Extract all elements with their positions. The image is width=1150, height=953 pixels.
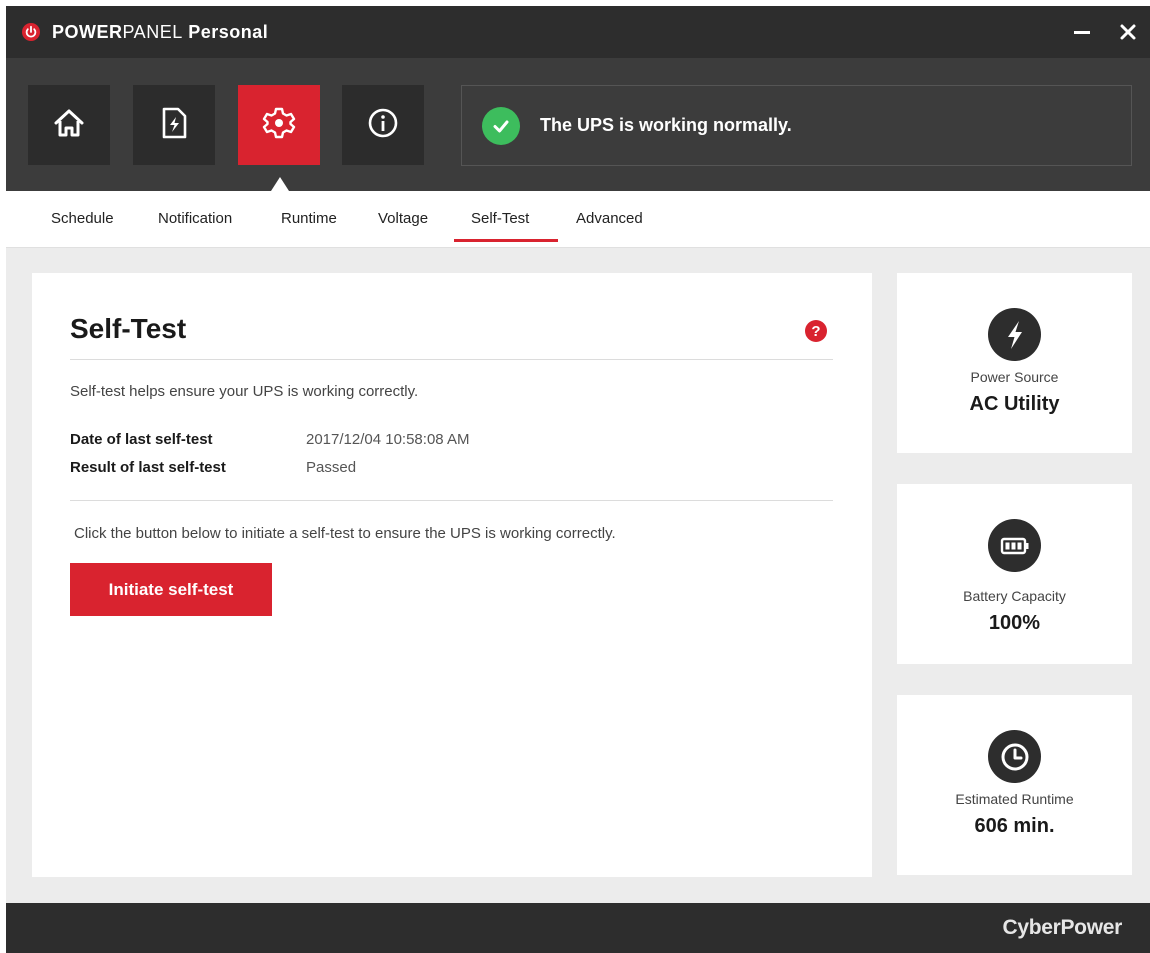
tab-notification[interactable]: Notification xyxy=(158,210,232,227)
power-logo-icon xyxy=(22,23,40,41)
page-title: Self-Test xyxy=(70,313,187,344)
estimated-runtime-label: Estimated Runtime xyxy=(955,791,1074,807)
tab-runtime[interactable]: Runtime xyxy=(281,210,337,227)
status-panel: The UPS is working normally. xyxy=(461,85,1132,166)
self-test-panel: Self-Test ? Self-test helps ensure your … xyxy=(32,273,872,877)
divider xyxy=(70,359,833,360)
divider xyxy=(70,500,833,501)
estimated-runtime-card: Estimated Runtime 606 min. xyxy=(897,695,1132,875)
battery-icon xyxy=(988,519,1041,572)
settings-tabs: Schedule Notification Runtime Voltage Se… xyxy=(6,191,1150,248)
footer: CyberPower xyxy=(6,903,1150,953)
tab-voltage[interactable]: Voltage xyxy=(378,210,428,227)
minimize-icon[interactable] xyxy=(1068,18,1096,46)
active-tab-underline xyxy=(454,239,558,242)
active-tab-pointer xyxy=(271,177,289,191)
nav-power-button[interactable] xyxy=(133,85,215,165)
app-title: POWERPANEL Personal xyxy=(52,21,269,42)
lightning-icon xyxy=(988,308,1041,361)
title-bar[interactable]: POWERPANEL Personal xyxy=(6,6,1150,58)
power-source-card: Power Source AC Utility xyxy=(897,273,1132,453)
power-document-icon xyxy=(159,106,189,145)
battery-capacity-value: 100% xyxy=(988,612,1041,634)
last-test-result-label: Result of last self-test xyxy=(70,459,226,476)
clock-icon xyxy=(988,730,1041,783)
last-test-date-label: Date of last self-test xyxy=(70,431,213,448)
last-test-date-value: 2017/12/04 10:58:08 AM xyxy=(306,431,470,448)
info-icon xyxy=(366,106,400,145)
check-circle-icon xyxy=(482,106,520,145)
battery-capacity-card: Battery Capacity 100% xyxy=(897,484,1132,664)
tab-advanced[interactable]: Advanced xyxy=(576,210,643,227)
estimated-runtime-value: 606 min. xyxy=(974,815,1055,837)
nav-info-button[interactable] xyxy=(342,85,424,165)
nav-home-button[interactable] xyxy=(28,85,110,165)
last-test-result-value: Passed xyxy=(306,459,357,476)
help-icon[interactable]: ? xyxy=(805,320,827,342)
self-test-instruction: Click the button below to initiate a sel… xyxy=(74,525,616,542)
tab-schedule[interactable]: Schedule xyxy=(51,210,114,227)
tab-self-test[interactable]: Self-Test xyxy=(471,210,529,227)
close-icon[interactable] xyxy=(1114,18,1142,46)
home-icon xyxy=(52,106,86,145)
app-window: POWERPANEL Personal The UPS is working n… xyxy=(6,6,1150,953)
power-source-value: AC Utility xyxy=(969,393,1060,415)
nav-settings-button[interactable] xyxy=(238,85,320,165)
cyberpower-logo: CyberPower xyxy=(1002,916,1122,939)
top-navigation: The UPS is working normally. xyxy=(6,58,1150,191)
initiate-self-test-button[interactable]: Initiate self-test xyxy=(70,563,272,616)
power-source-label: Power Source xyxy=(970,369,1059,385)
status-text: The UPS is working normally. xyxy=(540,115,792,135)
battery-capacity-label: Battery Capacity xyxy=(963,588,1066,604)
self-test-description: Self-test helps ensure your UPS is worki… xyxy=(70,383,419,400)
gear-icon xyxy=(262,106,296,145)
